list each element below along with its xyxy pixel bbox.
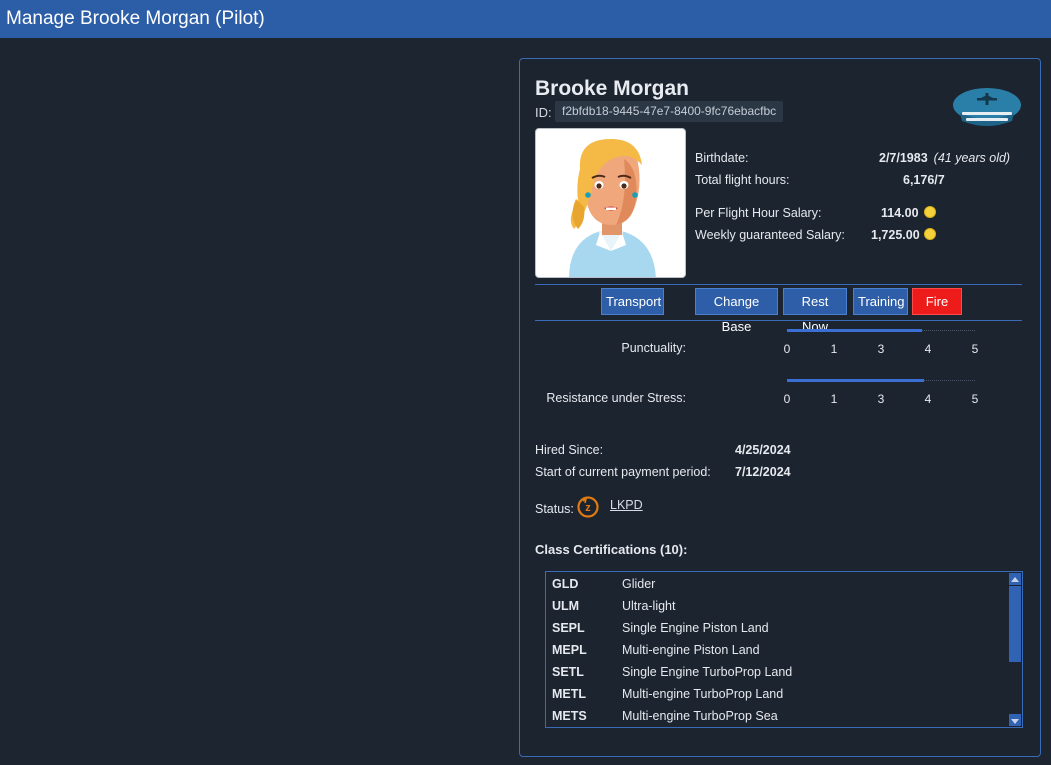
cert-code: METS <box>552 709 587 723</box>
cert-code: SETL <box>552 665 584 679</box>
scale-tick: 5 <box>971 342 979 356</box>
scale-tick: 3 <box>877 392 885 406</box>
fire-button[interactable]: Fire <box>912 288 962 315</box>
training-button[interactable]: Training <box>853 288 908 315</box>
svg-text:z: z <box>585 502 591 514</box>
punctuality-scale: 0 1 3 4 5 <box>784 329 987 359</box>
scale-tick: 5 <box>971 392 979 406</box>
cert-name: Multi-engine Piston Land <box>622 643 760 657</box>
scale-tick: 0 <box>783 392 791 406</box>
hired-value: 4/25/2024 <box>735 443 791 457</box>
stress-resistance-bar <box>787 379 925 382</box>
scrollbar[interactable] <box>1008 572 1022 727</box>
resting-status-icon: z <box>577 496 599 518</box>
scale-tick: 1 <box>830 342 838 356</box>
cert-code: METL <box>552 687 587 701</box>
avatar <box>569 139 656 277</box>
pilot-id: f2bfdb18-9445-47e7-8400-9fc76ebacfbc <box>555 101 784 122</box>
cert-code: MEPL <box>552 643 587 657</box>
birthdate: 2/7/1983 <box>879 151 928 165</box>
birthdate-label: Birthdate: <box>695 151 749 165</box>
cert-code: SEPL <box>552 621 585 635</box>
chevron-up-icon <box>1011 577 1019 582</box>
scroll-down-button[interactable] <box>1009 714 1021 726</box>
payment-period-value: 7/12/2024 <box>735 465 791 479</box>
id-label: ID: <box>535 105 552 120</box>
scale-tick: 1 <box>830 392 838 406</box>
divider <box>535 320 1022 321</box>
rest-now-button[interactable]: Rest Now <box>783 288 847 334</box>
cert-name: Multi-engine TurboProp Sea <box>622 709 778 723</box>
status-label: Status: <box>535 502 574 516</box>
change-base-button[interactable]: Change Base <box>695 288 778 334</box>
cert-name: Single Engine TurboProp Land <box>622 665 793 679</box>
chevron-down-icon <box>1011 719 1019 724</box>
cert-name: Multi-engine TurboProp Land <box>622 687 784 701</box>
flight-hours-label: Total flight hours: <box>695 173 790 187</box>
age: (41 years old) <box>933 151 1011 165</box>
stress-resistance-label: Resistance under Stress: <box>546 391 686 405</box>
scale-tick: 4 <box>924 342 932 356</box>
payment-period-label: Start of current payment period: <box>535 465 711 479</box>
divider <box>535 284 1022 285</box>
scale-tick: 3 <box>877 342 885 356</box>
punctuality-label: Punctuality: <box>621 341 686 355</box>
weekly-salary-label: Weekly guaranteed Salary: <box>695 228 845 242</box>
scale-tick: 0 <box>783 342 791 356</box>
window-title: Manage Brooke Morgan (Pilot) <box>0 0 1051 38</box>
certifications-list[interactable]: GLD Glider ULM Ultra-light SEPL Single E… <box>545 571 1023 728</box>
hour-salary-value: 114.00 <box>881 206 919 220</box>
coin-icon <box>924 206 936 218</box>
hired-label: Hired Since: <box>535 443 604 457</box>
hour-salary-label: Per Flight Hour Salary: <box>695 206 822 220</box>
status-location-link[interactable]: LKPD <box>610 498 643 512</box>
pilot-cap-icon <box>953 88 1021 126</box>
pilot-name: Brooke Morgan <box>535 77 690 100</box>
certifications-title: Class Certifications (10): <box>535 542 688 557</box>
scale-tick: 4 <box>924 392 932 406</box>
cert-name: Single Engine Piston Land <box>622 621 769 635</box>
flight-hours-value: 6,176/7 <box>903 173 945 187</box>
pilot-panel: Brooke Morgan ID: f2bfdb18-9445-47e7-840… <box>519 58 1041 757</box>
stress-resistance-scale: 0 1 3 4 5 <box>784 379 987 409</box>
scroll-thumb[interactable] <box>1009 586 1021 662</box>
punctuality-bar <box>787 329 923 332</box>
cert-name: Ultra-light <box>622 599 676 613</box>
scroll-up-button[interactable] <box>1009 573 1021 585</box>
cert-code: ULM <box>552 599 580 613</box>
transport-button[interactable]: Transport <box>601 288 664 315</box>
coin-icon <box>924 228 936 240</box>
weekly-salary-value: 1,725.00 <box>871 228 920 242</box>
cert-code: GLD <box>552 577 579 591</box>
birthdate-value: 2/7/1983 (41 years old) <box>879 151 1010 165</box>
pilot-portrait <box>535 128 686 278</box>
cert-name: Glider <box>622 577 656 591</box>
